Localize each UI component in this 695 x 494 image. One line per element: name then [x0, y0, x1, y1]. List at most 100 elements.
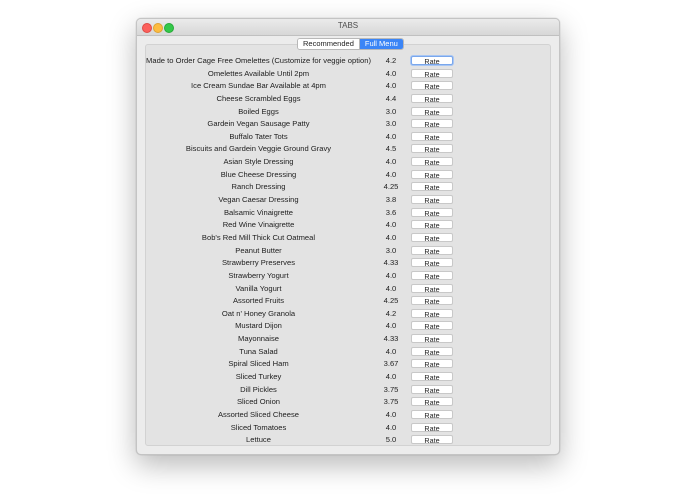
- menu-item-rating: 4.0: [385, 232, 397, 242]
- menu-item-row: Oat n' Honey Granola 4.2 Rate: [146, 308, 550, 321]
- menu-item-rating: 4.0: [385, 220, 397, 230]
- menu-item-name: Vegan Caesar Dressing: [218, 195, 299, 205]
- rate-button[interactable]: Rate: [411, 68, 453, 79]
- rate-button[interactable]: Rate: [411, 359, 453, 369]
- menu-item-name: Ice Cream Sundae Bar Available at 4pm: [191, 81, 326, 91]
- menu-item-name: Dill Pickles: [240, 384, 277, 394]
- menu-item-row: Vanilla Yogurt 4.0 Rate: [146, 283, 550, 296]
- menu-item-name: Cheese Scrambled Eggs: [216, 93, 301, 103]
- tab-recommended[interactable]: Recommended: [298, 39, 359, 49]
- menu-item-row: Tuna Salad 4.0 Rate: [146, 346, 550, 359]
- rate-button[interactable]: Rate: [411, 207, 453, 218]
- menu-item-row: Spiral Sliced Ham 3.67 Rate: [146, 358, 550, 371]
- rate-button[interactable]: Rate: [411, 232, 453, 243]
- menu-item-name: Buffalo Tater Tots: [229, 131, 288, 141]
- rate-button[interactable]: Rate: [411, 397, 453, 407]
- menu-item-name: Gardein Vegan Sausage Patty: [207, 119, 310, 129]
- menu-item-row: Peanut Butter 3.0 Rate: [146, 245, 550, 258]
- rate-button[interactable]: Rate: [411, 346, 453, 357]
- menu-item-name: Lettuce: [246, 435, 271, 445]
- rate-button[interactable]: Rate: [411, 182, 453, 192]
- rate-button[interactable]: Rate: [411, 220, 453, 230]
- tab-full-menu[interactable]: Full Menu: [358, 39, 403, 49]
- rate-button[interactable]: Rate: [411, 283, 453, 294]
- rate-button[interactable]: Rate: [411, 119, 453, 129]
- menu-list: Made to Order Cage Free Omelettes (Custo…: [146, 55, 550, 447]
- menu-item-row: Vegan Caesar Dressing 3.8 Rate: [146, 194, 550, 207]
- rate-button[interactable]: Rate: [411, 93, 453, 104]
- menu-item-rating: 3.0: [385, 119, 397, 129]
- menu-item-name: Sliced Turkey: [235, 372, 282, 382]
- rate-button[interactable]: Rate: [411, 157, 453, 167]
- menu-item-row: Cheese Scrambled Eggs 4.4 Rate: [146, 93, 550, 106]
- menu-item-row: Balsamic Vinaigrette 3.6 Rate: [146, 207, 550, 220]
- rate-button[interactable]: Rate: [411, 81, 453, 91]
- menu-item-row: Sliced Turkey 4.0 Rate: [146, 371, 550, 384]
- tab-content-panel: Made to Order Cage Free Omelettes (Custo…: [145, 44, 551, 446]
- menu-item-rating: 4.0: [385, 68, 397, 78]
- menu-item-rating: 4.33: [383, 258, 399, 268]
- menu-item-row: Lettuce 5.0 Rate: [146, 434, 550, 447]
- menu-item-rating: 3.75: [383, 397, 399, 407]
- menu-item-name: Biscuits and Gardein Veggie Ground Gravy: [185, 144, 332, 154]
- menu-item-rating: 4.0: [385, 422, 397, 432]
- menu-item-rating: 4.2: [385, 308, 397, 318]
- menu-item-row: Assorted Sliced Cheese 4.0 Rate: [146, 409, 550, 422]
- rate-button[interactable]: Rate: [411, 56, 453, 66]
- menu-item-rating: 4.0: [385, 157, 397, 167]
- menu-item-row: Dill Pickles 3.75 Rate: [146, 384, 550, 397]
- rate-button[interactable]: Rate: [411, 258, 453, 268]
- menu-item-name: Made to Order Cage Free Omelettes (Custo…: [146, 56, 371, 65]
- menu-item-row: Strawberry Yogurt 4.0 Rate: [146, 270, 550, 283]
- menu-item-rating: 3.0: [385, 245, 397, 255]
- menu-item-row: Made to Order Cage Free Omelettes (Custo…: [146, 55, 550, 68]
- menu-item-name: Sliced Tomatoes: [230, 422, 287, 432]
- menu-item-name: Boiled Eggs: [238, 106, 279, 116]
- rate-button[interactable]: Rate: [411, 435, 453, 445]
- menu-item-row: Biscuits and Gardein Veggie Ground Gravy…: [146, 143, 550, 156]
- rate-button[interactable]: Rate: [411, 422, 453, 433]
- window-title: TABS: [337, 21, 359, 30]
- menu-item-name: Red Wine Vinaigrette: [222, 220, 295, 230]
- rate-button[interactable]: Rate: [411, 245, 453, 256]
- title-bar[interactable]: TABS: [137, 19, 559, 36]
- menu-item-rating: 4.5: [385, 144, 397, 154]
- menu-item-rating: 4.25: [383, 296, 399, 306]
- menu-item-name: Assorted Sliced Cheese: [217, 409, 300, 419]
- rate-button[interactable]: Rate: [411, 270, 453, 281]
- rate-button[interactable]: Rate: [411, 106, 453, 117]
- rate-button[interactable]: Rate: [411, 169, 453, 180]
- menu-item-row: Sliced Tomatoes 4.0 Rate: [146, 422, 550, 435]
- menu-item-name: Vanilla Yogurt: [235, 283, 282, 293]
- menu-item-name: Oat n' Honey Granola: [221, 308, 296, 318]
- menu-item-row: Blue Cheese Dressing 4.0 Rate: [146, 169, 550, 182]
- rate-button[interactable]: Rate: [411, 195, 453, 205]
- menu-item-rating: 5.0: [385, 435, 397, 445]
- rate-button[interactable]: Rate: [411, 384, 453, 395]
- rate-button[interactable]: Rate: [411, 334, 453, 344]
- menu-item-name: Spiral Sliced Ham: [228, 359, 289, 369]
- menu-item-row: Boiled Eggs 3.0 Rate: [146, 106, 550, 119]
- menu-item-name: Omelettes Available Until 2pm: [207, 68, 310, 78]
- menu-item-row: Omelettes Available Until 2pm 4.0 Rate: [146, 68, 550, 81]
- menu-item-row: Mayonnaise 4.33 Rate: [146, 333, 550, 346]
- menu-item-row: Bob's Red Mill Thick Cut Oatmeal 4.0 Rate: [146, 232, 550, 245]
- rate-button[interactable]: Rate: [411, 372, 453, 382]
- rate-button[interactable]: Rate: [411, 296, 453, 306]
- menu-item-row: Gardein Vegan Sausage Patty 3.0 Rate: [146, 118, 550, 131]
- menu-item-rating: 4.0: [385, 131, 397, 141]
- rate-button[interactable]: Rate: [411, 321, 453, 331]
- menu-item-row: Sliced Onion 3.75 Rate: [146, 396, 550, 409]
- menu-item-row: Ranch Dressing 4.25 Rate: [146, 181, 550, 194]
- app-window: TABS Made to Order Cage Free Omelettes (…: [136, 18, 560, 455]
- menu-item-rating: 4.0: [385, 372, 397, 382]
- rate-button[interactable]: Rate: [411, 144, 453, 154]
- rate-button[interactable]: Rate: [411, 131, 453, 142]
- rate-button[interactable]: Rate: [411, 308, 453, 319]
- menu-item-name: Strawberry Preserves: [221, 258, 295, 268]
- rate-button[interactable]: Rate: [411, 409, 453, 420]
- menu-item-rating: 3.8: [385, 195, 397, 205]
- menu-item-row: Strawberry Preserves 4.33 Rate: [146, 257, 550, 270]
- menu-item-rating: 4.33: [383, 334, 399, 344]
- menu-item-name: Strawberry Yogurt: [228, 270, 289, 280]
